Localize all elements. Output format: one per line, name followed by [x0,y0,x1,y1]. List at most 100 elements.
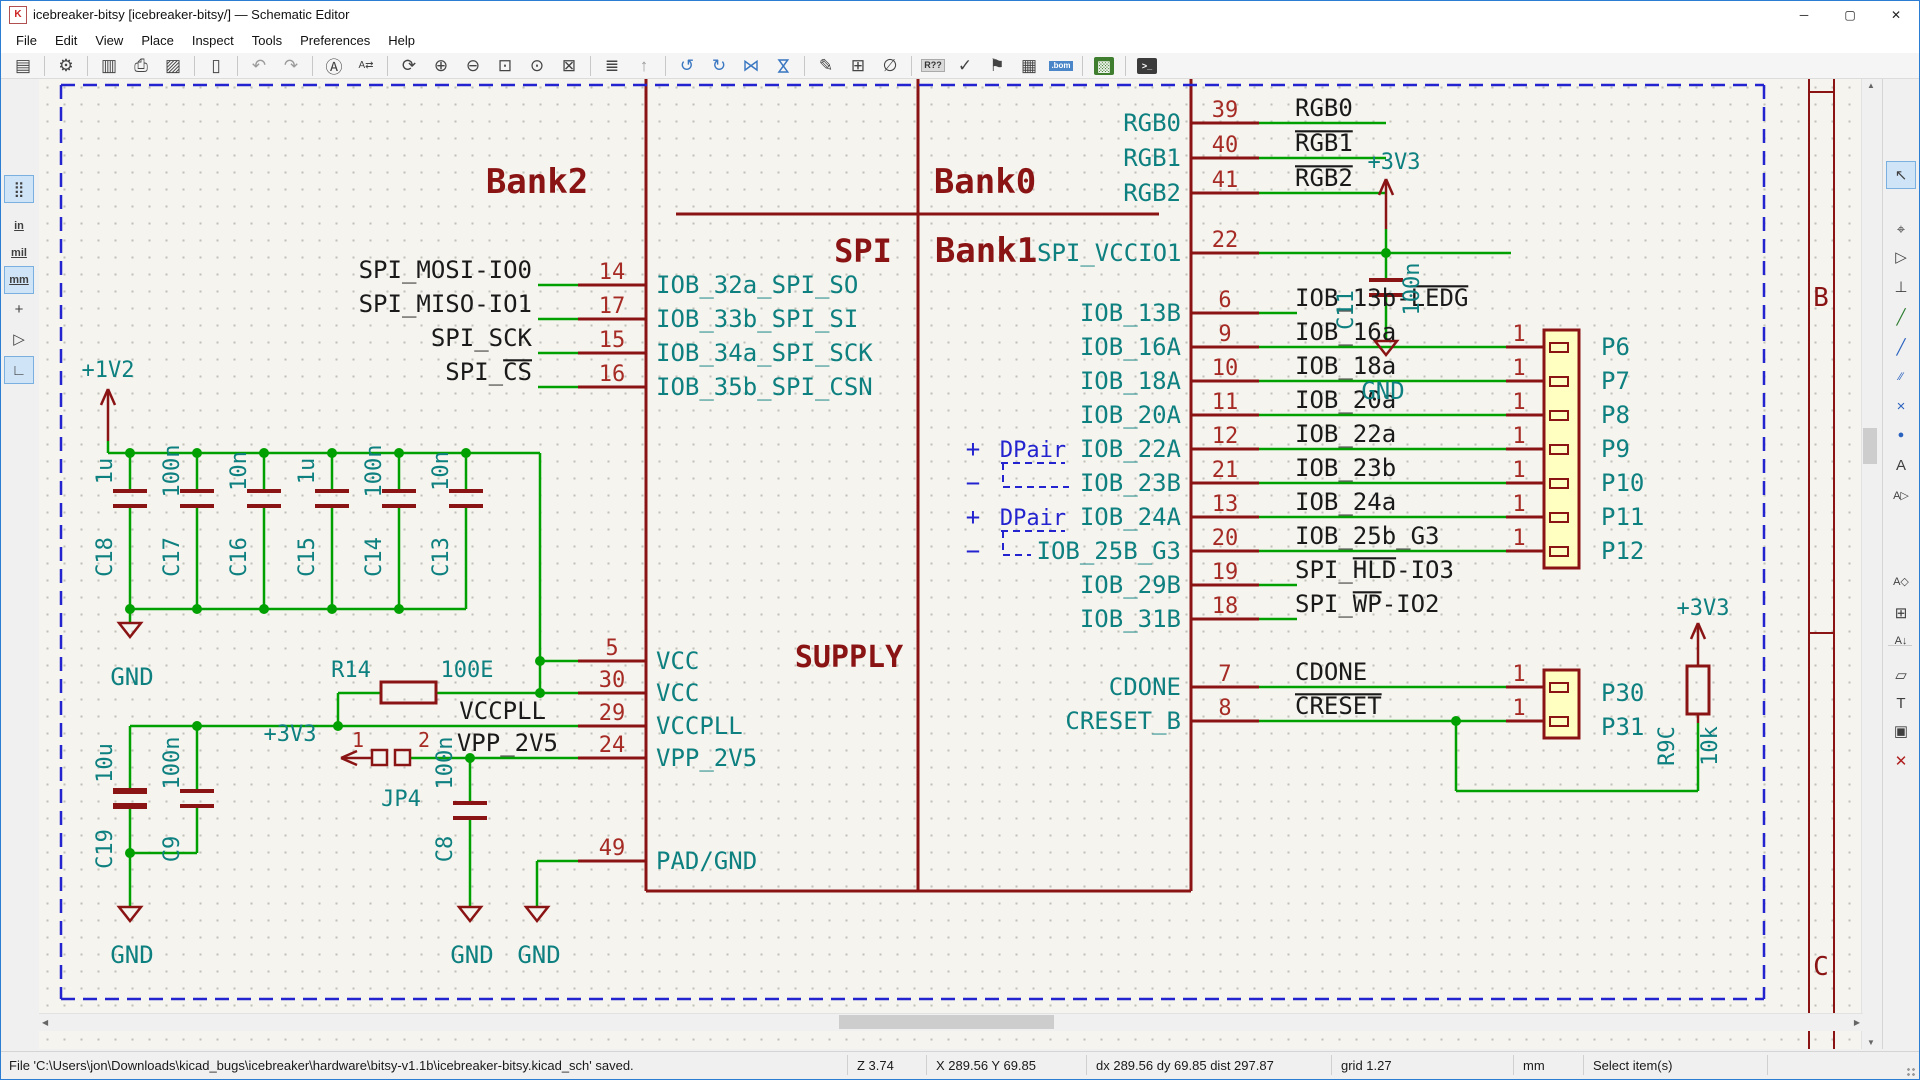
junction-dot[interactable] [125,604,135,614]
schematic-text[interactable]: 100n [433,737,458,790]
schematic-text[interactable]: VCCPLL [656,712,743,740]
schematic-text[interactable]: SPI_HLD-IO3 [1295,556,1454,584]
schematic-text[interactable]: 1 [1512,390,1525,415]
junction-dot[interactable] [333,721,343,731]
schematic-text[interactable]: IOB_25B_G3 [1037,537,1182,565]
place-symbol-tool[interactable]: ▷ [1886,243,1916,271]
schematic-text[interactable]: RGB1 [1295,129,1353,157]
scroll-left-arrow[interactable]: ◀ [42,1018,48,1027]
schematic-text[interactable]: 22 [1212,228,1239,253]
minimize-button[interactable]: ─ [1781,1,1827,28]
schematic-text[interactable]: IOB_24a [1295,488,1396,516]
schematic-text[interactable]: VCCPLL [459,697,546,725]
scripting-console-button[interactable]: >_ [1133,54,1161,78]
menu-preferences[interactable]: Preferences [291,30,379,51]
plot-button[interactable]: ▨ [159,54,187,78]
schematic-text[interactable]: 10u [93,743,118,783]
schematic-text[interactable]: C11 [1334,290,1359,330]
schematic-text[interactable]: RGB0 [1123,109,1181,137]
schematic-text[interactable]: 30 [599,668,626,693]
schematic-text[interactable]: 1 [1512,662,1525,687]
schematic-text[interactable]: DPair [1000,506,1066,531]
schematic-text[interactable]: Bank2 [486,162,588,202]
mirror-horizontal-button[interactable]: ⋈ [737,54,765,78]
schematic-text[interactable]: IOB_18A [1080,367,1182,395]
schematic-text[interactable]: 1 [1512,458,1525,483]
schematic-text[interactable]: DPair [1000,438,1066,463]
wire-to-bus-entry-tool[interactable]: ∕∕ [1886,363,1916,391]
schematic-text[interactable]: VPP_2V5 [656,744,757,772]
junction-dot[interactable] [327,604,337,614]
undo-button[interactable]: ↶ [245,54,273,78]
schematic-text[interactable]: SUPPLY [795,640,903,675]
select-tool[interactable]: ↖ [1886,161,1916,189]
schematic-text[interactable]: SPI_CS [445,358,532,386]
schematic-text[interactable]: + [966,503,980,531]
horizontal-scrollbar[interactable]: ◀ ▶ [39,1013,1863,1031]
schematic-text[interactable]: 18 [1212,594,1239,619]
schematic-text[interactable]: 1 [1512,356,1525,381]
schematic-text[interactable]: 1 [1512,526,1525,551]
schematic-text[interactable]: 1u [93,458,118,485]
schematic-text[interactable]: IOB_24A [1080,503,1182,531]
schematic-text[interactable]: 100E [441,658,494,683]
schematic-text[interactable]: 13 [1212,492,1239,517]
schematic-text[interactable]: IOB_31B [1080,605,1181,633]
symbol-body[interactable] [372,750,387,765]
zoom-out-button[interactable]: ⊖ [459,54,487,78]
schematic-text[interactable]: C19 [93,829,118,869]
schematic-text[interactable]: 10k [1698,726,1723,766]
schematic-text[interactable]: 12 [1212,424,1239,449]
hv-wire-mode-toggle[interactable]: ∟ [4,356,34,384]
schematic-text[interactable]: SPI_VCCIO1 [1037,239,1182,267]
simulator-button[interactable]: ⚑ [983,54,1011,78]
schematic-text[interactable]: − [966,469,980,497]
schematic-text[interactable]: C13 [429,537,454,577]
junction-dot[interactable] [394,448,404,458]
assign-footprints-button[interactable]: ∅ [876,54,904,78]
highlight-net-tool[interactable]: ⌖ [1886,215,1916,243]
units-mm[interactable]: mm [4,266,34,294]
schematic-text[interactable]: CDONE [1109,673,1181,701]
schematic-text[interactable]: 100n [362,445,387,498]
schematic-text[interactable]: IOB_22A [1080,435,1182,463]
menu-inspect[interactable]: Inspect [183,30,243,51]
print-button[interactable]: ⎙ [127,54,155,78]
bom-button[interactable]: .bom [1047,54,1075,78]
junction-dot[interactable] [461,448,471,458]
schematic-text[interactable]: IOB_20A [1080,401,1182,429]
symbol-body[interactable] [381,682,436,703]
schematic-text[interactable]: +1V2 [82,358,135,383]
gnd-power-symbol[interactable] [459,907,481,921]
delete-tool[interactable]: ✕ [1886,747,1916,775]
import-sheet-pin-tool[interactable]: A↓ [1886,627,1916,655]
schematic-text[interactable]: C [1813,952,1829,982]
junction-dot[interactable] [394,604,404,614]
menu-tools[interactable]: Tools [243,30,291,51]
menu-edit[interactable]: Edit [46,30,86,51]
zoom-selection-button[interactable]: ⊠ [555,54,583,78]
schematic-text[interactable]: P31 [1601,713,1644,741]
schematic-text[interactable]: GND [110,663,153,691]
schematic-text[interactable]: − [966,537,980,565]
schematic-text[interactable]: 21 [1212,458,1239,483]
schematic-text[interactable]: P8 [1601,401,1630,429]
symbol-fields-table-button[interactable]: ▦ [1015,54,1043,78]
schematic-text[interactable]: SPI_WP-IO2 [1295,590,1440,618]
symbol-body[interactable] [395,750,410,765]
schematic-text[interactable]: 19 [1212,560,1239,585]
schematic-text[interactable]: IOB_23b [1295,454,1396,482]
schematic-text[interactable]: 17 [599,294,626,319]
schematic-text[interactable]: P9 [1601,435,1630,463]
schematic-text[interactable]: Bank1 [935,231,1037,271]
draw-wire-tool[interactable]: ╱ [1886,303,1916,331]
units-mils[interactable]: mil [4,239,34,267]
schematic-text[interactable]: JP4 [381,787,421,812]
schematic-text[interactable]: 11 [1212,390,1239,415]
schematic-text[interactable]: Bank0 [934,162,1036,202]
hidden-pins-toggle[interactable]: ▷ [4,325,34,353]
leave-sheet-button[interactable]: ↑ [630,54,658,78]
schematic-text[interactable]: +3V3 [1368,150,1421,175]
menu-help[interactable]: Help [379,30,424,51]
scroll-down-arrow[interactable]: ▼ [1867,1038,1875,1047]
